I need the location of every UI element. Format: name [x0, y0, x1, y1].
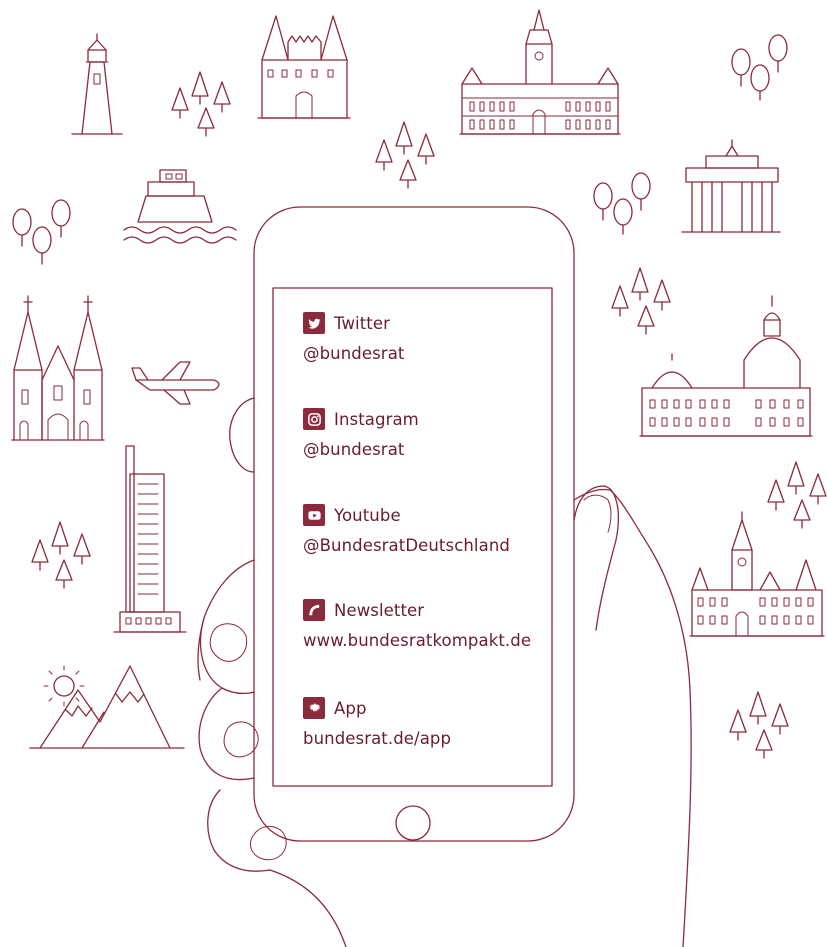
trees-round-left-illustration: [12, 199, 71, 265]
newsletter-icon: [303, 599, 325, 621]
trees-round-mid-illustration: [593, 172, 651, 235]
town-hall-illustration: [459, 9, 621, 135]
dresden-skyline-illustration: [639, 295, 813, 437]
twitter-link[interactable]: Twitter @bundesrat: [303, 311, 404, 363]
twitter-icon: [303, 312, 325, 334]
twitter-label: Twitter: [334, 313, 391, 333]
app-handle: bundesrat.de/app: [303, 729, 452, 748]
app-label: App: [334, 698, 367, 718]
instagram-link[interactable]: Instagram @bundesrat: [303, 407, 419, 459]
mountains-illustration: [29, 665, 185, 749]
home-button-icon: [395, 805, 431, 841]
munich-town-hall-illustration: [689, 511, 825, 637]
youtube-icon: [303, 504, 325, 526]
holstentor-illustration: [257, 15, 351, 119]
hand-illustration: [197, 397, 692, 947]
trees-round-illustration: [731, 34, 788, 101]
youtube-handle: @BundesratDeutschland: [303, 536, 510, 555]
instagram-handle: @bundesrat: [303, 440, 405, 459]
youtube-link[interactable]: Youtube @BundesratDeutschland: [303, 503, 510, 555]
newsletter-handle: www.bundesratkompakt.de: [303, 631, 532, 650]
airplane-illustration: [131, 361, 220, 405]
eagle-icon: [303, 697, 325, 719]
newsletter-label: Newsletter: [334, 600, 425, 620]
lighthouse-illustration: [71, 33, 123, 135]
ship-illustration: [123, 169, 237, 244]
app-link[interactable]: App bundesrat.de/app: [303, 696, 451, 748]
instagram-icon: [303, 408, 325, 430]
instagram-label: Instagram: [334, 409, 419, 429]
newsletter-link[interactable]: Newsletter www.bundesratkompakt.de: [303, 598, 531, 650]
twitter-handle: @bundesrat: [303, 344, 405, 363]
city-illustration: [11, 9, 827, 947]
cathedral-illustration: [11, 295, 105, 441]
skyscraper-illustration: [113, 445, 187, 633]
youtube-label: Youtube: [334, 505, 401, 525]
brandenburg-gate-illustration: [681, 139, 781, 233]
pine-trees-illustration: [31, 71, 827, 759]
